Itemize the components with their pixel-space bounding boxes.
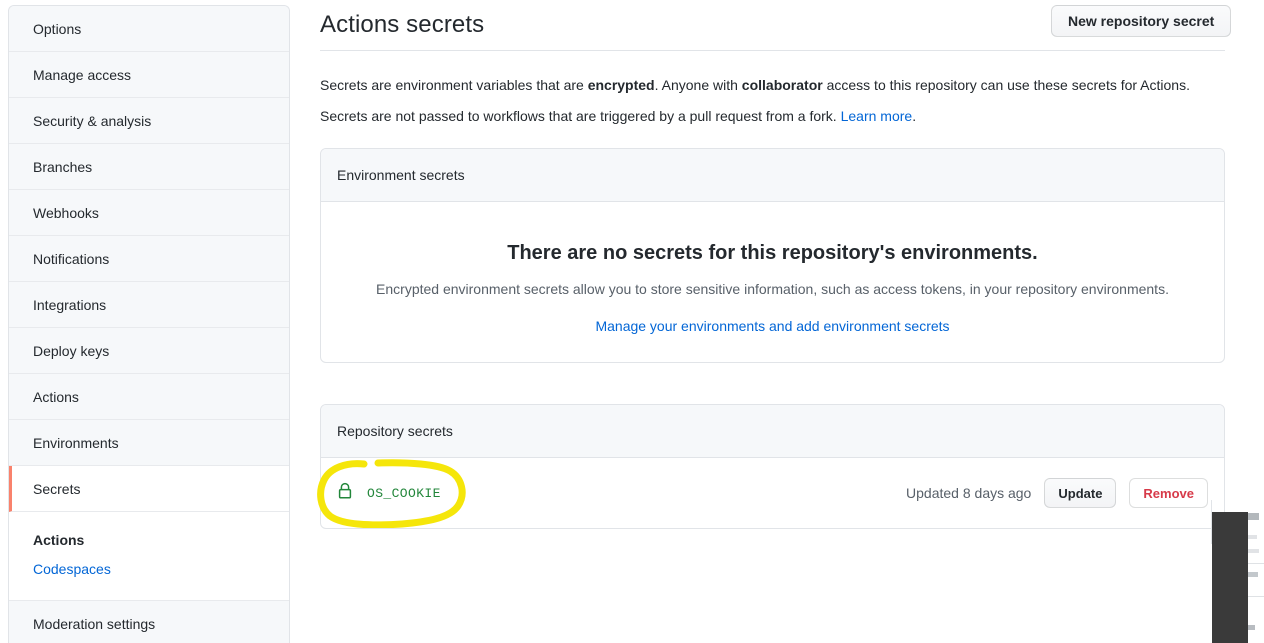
learn-more-link[interactable]: Learn more [841,108,913,124]
sidebar-item-label: Deploy keys [33,342,110,359]
secret-identity: OS_COOKIE [337,482,441,505]
desc1-part3: access to this repository can use these … [822,77,1190,93]
sidebar-item-label: Security & analysis [33,112,152,129]
update-secret-button[interactable]: Update [1044,478,1117,508]
sidebar-item-label: Moderation settings [33,615,156,632]
lock-icon [337,482,353,505]
subnav-item-codespaces[interactable]: Codespaces [33,555,289,584]
sidebar-item-label: Secrets [33,480,81,497]
sidebar-item-label: Branches [33,158,93,175]
sidebar-item-secrets[interactable]: Secrets [9,466,289,512]
environment-secrets-empty-state: There are no secrets for this repository… [321,202,1224,336]
sidebar-item-branches[interactable]: Branches [9,144,289,190]
sidebar-item-label: Webhooks [33,204,99,221]
repository-secrets-header-label: Repository secrets [337,423,453,439]
secret-row: OS_COOKIE Updated 8 days ago Update Remo… [321,458,1224,528]
sidebar-item-label: Integrations [33,296,107,313]
sidebar-item-label: Manage access [33,66,132,83]
desc2-part1: Secrets are not passed to workflows that… [320,108,841,124]
subnav-item-label: Codespaces [33,561,111,577]
secret-name[interactable]: OS_COOKIE [367,486,441,501]
manage-environments-link[interactable]: Manage your environments and add environ… [595,318,949,334]
desc2-part2: . [912,108,917,124]
sidebar-item-webhooks[interactable]: Webhooks [9,190,289,236]
subnav-item-label: Actions [33,532,85,548]
environment-secrets-header-label: Environment secrets [337,167,465,183]
secrets-description-2: Secrets are not passed to workflows that… [320,106,1225,127]
secrets-subnav: Actions Codespaces [9,512,289,601]
desc1-bold-encrypted: encrypted [587,77,655,93]
sidebar-item-security-analysis[interactable]: Security & analysis [9,98,289,144]
sidebar-item-moderation-settings[interactable]: Moderation settings [9,601,289,643]
sidebar-item-notifications[interactable]: Notifications [9,236,289,282]
sidebar-item-deploy-keys[interactable]: Deploy keys [9,328,289,374]
secrets-description-1: Secrets are environment variables that a… [320,75,1225,96]
secret-updated-text: Updated 8 days ago [906,485,1032,501]
empty-state-subtitle: Encrypted environment secrets allow you … [376,281,1169,297]
environment-secrets-header: Environment secrets [321,149,1224,202]
desc1-part1: Secrets are environment variables that a… [320,77,588,93]
panel-edge-divider [1204,500,1212,544]
desc1-part2: . Anyone with [654,77,742,93]
sidebar-item-label: Environments [33,434,119,451]
sidebar-item-label: Notifications [33,250,110,267]
remove-secret-button[interactable]: Remove [1129,478,1208,508]
sidebar-item-label: Options [33,20,82,37]
new-repository-secret-button[interactable]: New repository secret [1051,5,1232,37]
sidebar-item-label: Actions [33,388,79,405]
subnav-item-actions[interactable]: Actions [33,526,289,555]
repository-secrets-box: Repository secrets OS_COOKIE Updated 8 d… [320,404,1225,529]
main-content: Actions secrets New repository secret Se… [290,0,1264,643]
header-divider [320,50,1225,51]
repository-secrets-header: Repository secrets [321,405,1224,458]
sidebar-item-options[interactable]: Options [9,6,289,52]
settings-sidebar: Options Manage access Security & analysi… [8,5,290,643]
empty-state-title: There are no secrets for this repository… [507,242,1038,264]
desc1-bold-collaborator: collaborator [741,77,823,93]
sidebar-item-actions[interactable]: Actions [9,374,289,420]
sidebar-item-environments[interactable]: Environments [9,420,289,466]
sidebar-item-manage-access[interactable]: Manage access [9,52,289,98]
page-root: Options Manage access Security & analysi… [0,0,1264,643]
dark-overlay-panel [1212,512,1248,643]
secret-actions: Updated 8 days ago Update Remove [906,478,1208,508]
sidebar-item-integrations[interactable]: Integrations [9,282,289,328]
ghost-card-label [1248,572,1258,577]
environment-secrets-box: Environment secrets There are no secrets… [320,148,1225,363]
